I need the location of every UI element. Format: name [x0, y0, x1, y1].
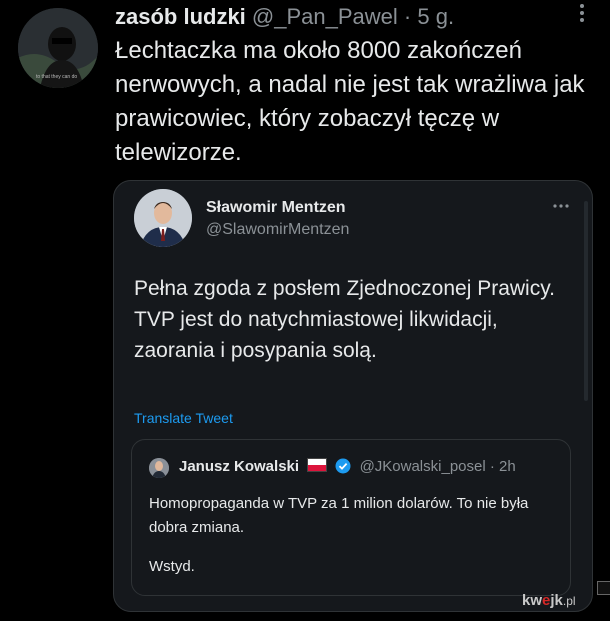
nested-author-handle[interactable]: @JKowalski_posel [360, 458, 486, 475]
nested-tweet-header: Janusz Kowalski @JKowalski_posel · 2h [179, 458, 516, 478]
nested-tweet-text: Homopropaganda w TVP za 1 milion dolarów… [149, 495, 529, 536]
nested-separator-dot: · [489, 458, 495, 475]
more-horizontal-icon[interactable] [552, 193, 570, 214]
more-vertical-icon[interactable] [570, 2, 594, 30]
nested-author-name[interactable]: Janusz Kowalski [179, 458, 299, 475]
nested-author-avatar[interactable] [149, 458, 169, 478]
watermark-part1: kw [522, 592, 543, 609]
avatar-caption: to that they can do [36, 74, 78, 80]
verified-badge-icon [335, 458, 351, 478]
scrollbar[interactable] [584, 201, 588, 401]
author-handle[interactable]: @_Pan_Pawel [252, 4, 398, 29]
separator-dot: · [403, 4, 412, 29]
quoted-author-handle[interactable]: @SlawomirMentzen [206, 221, 349, 239]
site-watermark: kwejk.pl [522, 592, 576, 609]
tweet-text: Łechtaczka ma około 8000 zakończeń nerwo… [115, 37, 585, 166]
quoted-author-name[interactable]: Sławomir Mentzen [206, 199, 346, 217]
quoted-tweet-card[interactable]: Sławomir Mentzen @SlawomirMentzen Pełna … [113, 180, 593, 612]
nested-avatar-image [149, 458, 169, 478]
watermark-part3: jk [550, 592, 563, 609]
quoted-tweet-text: Pełna zgoda z posłem Zjednoczonej Prawic… [134, 277, 555, 362]
corner-element [597, 581, 610, 595]
nested-tweet-time[interactable]: 2h [499, 458, 516, 475]
watermark-part4: .pl [562, 594, 576, 608]
tweet-time[interactable]: 5 g. [417, 4, 454, 29]
quoted-author-avatar[interactable] [134, 189, 192, 247]
author-name[interactable]: zasób ludzki [115, 4, 246, 29]
quoted-avatar-image [134, 189, 192, 247]
poland-flag-icon [307, 458, 328, 472]
nested-quoted-tweet[interactable]: Janusz Kowalski @JKowalski_posel · 2h Ho… [131, 439, 571, 596]
translate-tweet-link[interactable]: Translate Tweet [134, 410, 233, 426]
nested-tweet-text-2: Wstyd. [149, 558, 195, 575]
author-avatar[interactable]: to that they can do [18, 8, 98, 88]
tweet-header: zasób ludzki @_Pan_Pawel · 5 g. [115, 4, 454, 30]
